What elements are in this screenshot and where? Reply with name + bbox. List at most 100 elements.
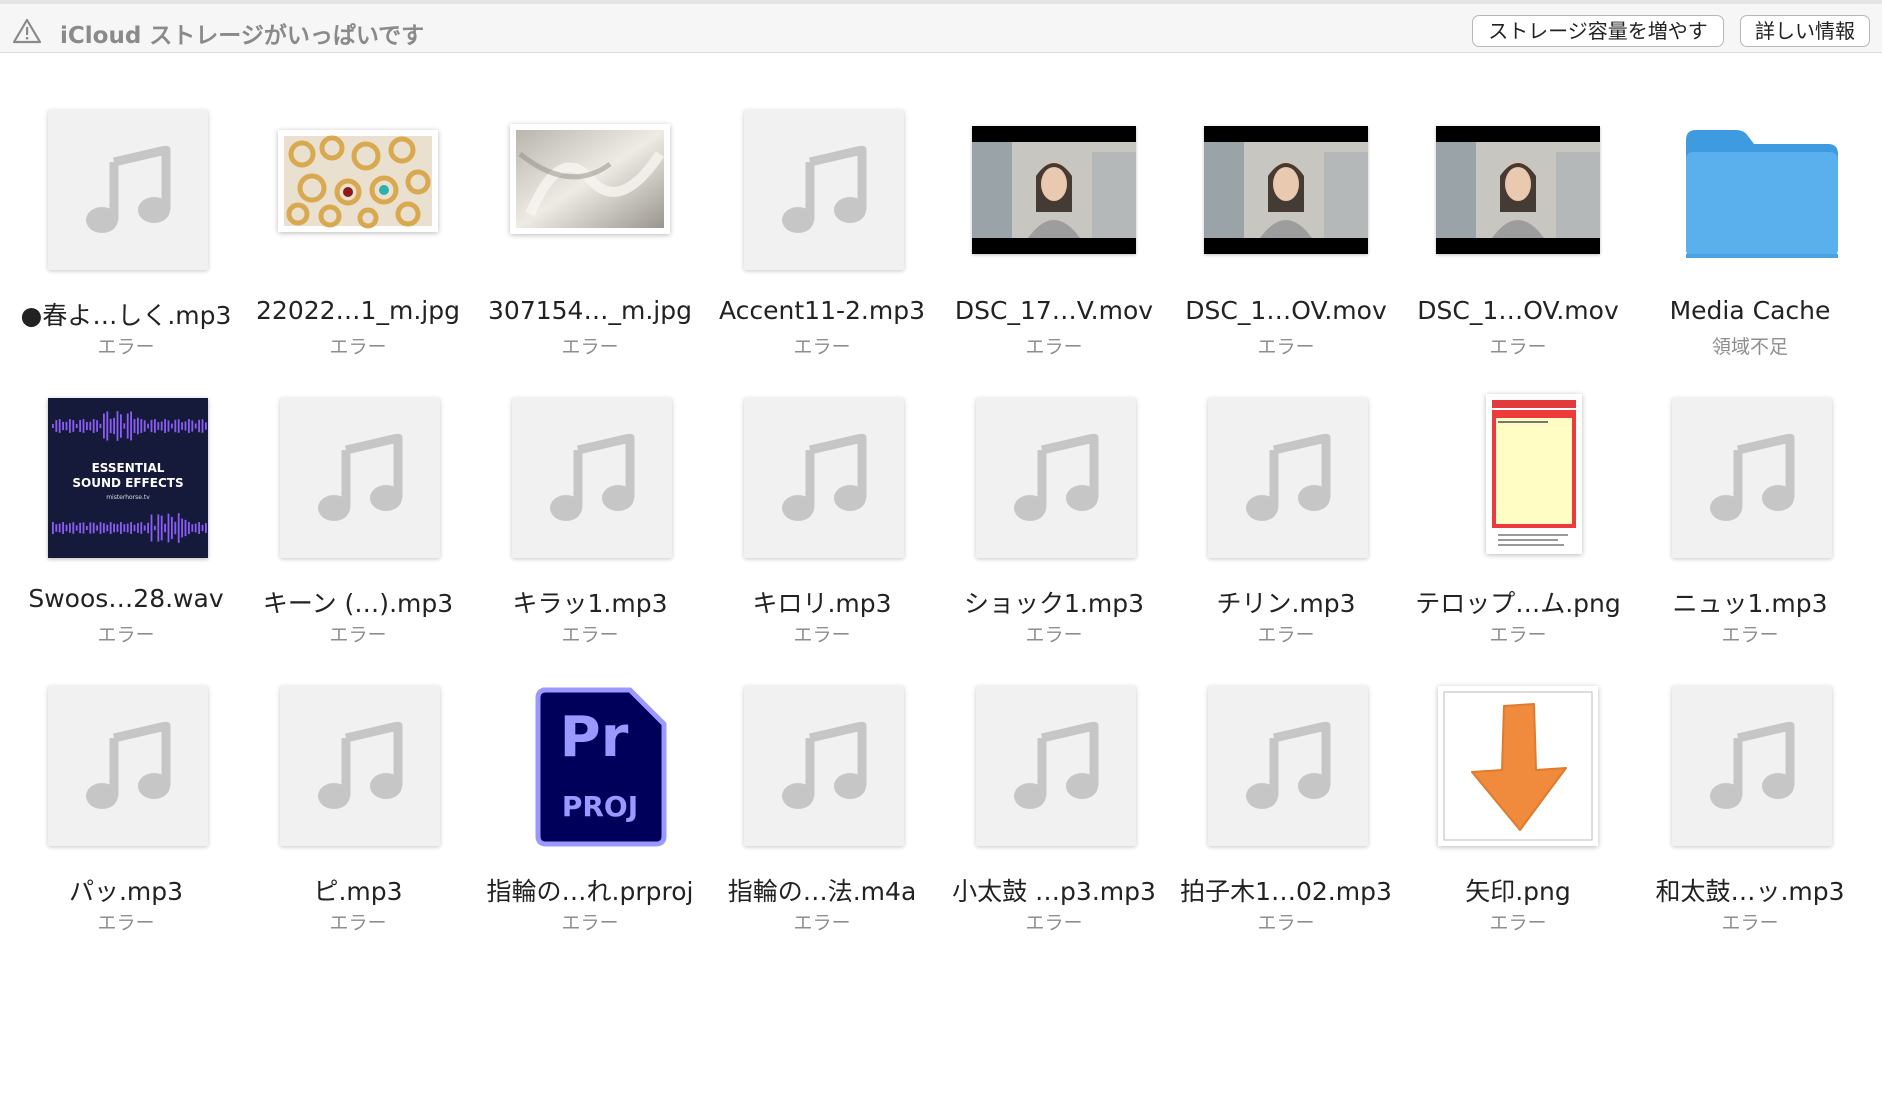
audio-file-icon (1672, 398, 1832, 558)
image-thumbnail (510, 124, 670, 234)
file-thumbnail[interactable] (710, 100, 934, 280)
file-item[interactable]: DSC_1…OV.mov エラー (1406, 100, 1630, 370)
file-name[interactable]: DSC_17…V.mov (932, 296, 1176, 325)
file-thumbnail[interactable] (1174, 676, 1398, 856)
file-item[interactable]: パッ.mp3 エラー (14, 676, 238, 946)
file-thumbnail[interactable] (1406, 676, 1630, 856)
file-name[interactable]: 307154…_m.jpg (468, 296, 712, 325)
file-thumbnail[interactable] (942, 388, 1166, 568)
file-item[interactable]: キラッ1.mp3 エラー (478, 388, 702, 658)
file-name[interactable]: 拍子木1…02.mp3 (1164, 872, 1408, 908)
file-name[interactable]: Swoos…28.wav (4, 584, 248, 613)
file-item[interactable]: ニュッ1.mp3 エラー (1638, 388, 1862, 658)
file-name[interactable]: Media Cache (1628, 296, 1872, 325)
audio-file-icon (48, 686, 208, 846)
file-thumbnail[interactable] (246, 388, 470, 568)
file-name[interactable]: テロップ…ム.png (1396, 584, 1640, 620)
file-item[interactable]: DSC_1…OV.mov エラー (1174, 100, 1398, 370)
audio-file-icon (280, 686, 440, 846)
audio-file-icon (280, 398, 440, 558)
file-thumbnail[interactable]: ESSENTIAL SOUND EFFECTS misterhorse.tv (14, 388, 238, 568)
file-item[interactable]: ESSENTIAL SOUND EFFECTS misterhorse.tv Swoo… (14, 388, 238, 658)
file-item[interactable]: キロリ.mp3 エラー (710, 388, 934, 658)
file-item[interactable]: DSC_17…V.mov エラー (942, 100, 1166, 370)
file-thumbnail[interactable] (1638, 100, 1862, 280)
file-name[interactable]: チリン.mp3 (1164, 584, 1408, 620)
audio-file-icon (976, 686, 1136, 846)
file-name[interactable]: 指輪の…法.m4a (700, 872, 944, 908)
file-status: エラー (1257, 912, 1315, 934)
file-thumbnail[interactable] (14, 100, 238, 280)
file-name[interactable]: DSC_1…OV.mov (1396, 296, 1640, 325)
file-status: エラー (561, 624, 619, 646)
file-thumbnail[interactable] (1406, 388, 1630, 568)
file-name[interactable]: 小太鼓 …p3.mp3 (932, 872, 1176, 908)
file-name[interactable]: ピ.mp3 (236, 872, 480, 908)
file-thumbnail[interactable] (1406, 100, 1630, 280)
file-status: エラー (97, 336, 155, 358)
file-item[interactable]: ショック1.mp3 エラー (942, 388, 1166, 658)
audio-file-icon (744, 398, 904, 558)
file-name[interactable]: Accent11-2.mp3 (700, 296, 944, 325)
svg-text:ESSENTIAL: ESSENTIAL (92, 461, 165, 475)
file-name[interactable]: DSC_1…OV.mov (1164, 296, 1408, 325)
file-item[interactable]: キーン (…).mp3 エラー (246, 388, 470, 658)
file-name[interactable]: 指輪の…れ.prproj (468, 872, 712, 908)
file-thumbnail[interactable] (710, 676, 934, 856)
file-thumbnail[interactable] (710, 388, 934, 568)
file-item[interactable]: 矢印.png エラー (1406, 676, 1630, 946)
file-status: エラー (1257, 624, 1315, 646)
file-thumbnail[interactable] (246, 676, 470, 856)
file-item[interactable]: 指輪の…法.m4a エラー (710, 676, 934, 946)
file-item[interactable]: ピ.mp3 エラー (246, 676, 470, 946)
svg-text:PROJ: PROJ (562, 790, 638, 823)
file-status: エラー (329, 912, 387, 934)
file-item[interactable]: 拍子木1…02.mp3 エラー (1174, 676, 1398, 946)
file-thumbnail[interactable] (1174, 100, 1398, 280)
file-item[interactable]: ●春よ…しく.mp3 エラー (14, 100, 238, 370)
file-name[interactable]: キラッ1.mp3 (468, 584, 712, 620)
file-item[interactable]: チリン.mp3 エラー (1174, 388, 1398, 658)
file-name[interactable]: 矢印.png (1396, 872, 1640, 908)
file-thumbnail[interactable] (246, 100, 470, 280)
file-name[interactable]: ショック1.mp3 (932, 584, 1176, 620)
file-thumbnail[interactable] (14, 676, 238, 856)
file-name[interactable]: ニュッ1.mp3 (1628, 584, 1872, 620)
file-status: エラー (793, 336, 851, 358)
file-item[interactable]: テロップ…ム.png エラー (1406, 388, 1630, 658)
file-name[interactable]: キロリ.mp3 (700, 584, 944, 620)
file-item[interactable]: Media Cache 領域不足 (1638, 100, 1862, 370)
increase-storage-button[interactable]: ストレージ容量を増やす (1472, 15, 1724, 47)
audio-file-icon (976, 398, 1136, 558)
file-thumbnail[interactable]: Pr PROJ (478, 676, 702, 856)
banner-title: iCloud ストレージがいっぱいです (60, 23, 425, 49)
file-name[interactable]: パッ.mp3 (4, 872, 248, 908)
file-item[interactable]: 22022…1_m.jpg エラー (246, 100, 470, 370)
file-thumbnail[interactable] (1174, 388, 1398, 568)
file-thumbnail[interactable] (1638, 388, 1862, 568)
file-status: エラー (1489, 336, 1547, 358)
file-name[interactable]: 22022…1_m.jpg (236, 296, 480, 325)
file-item[interactable]: 和太鼓…ッ.mp3 エラー (1638, 676, 1862, 946)
file-status: エラー (793, 624, 851, 646)
file-thumbnail[interactable] (942, 100, 1166, 280)
file-thumbnail[interactable] (942, 676, 1166, 856)
file-thumbnail[interactable] (478, 100, 702, 280)
file-item[interactable]: 小太鼓 …p3.mp3 エラー (942, 676, 1166, 946)
file-item[interactable]: Accent11-2.mp3 エラー (710, 100, 934, 370)
file-status: エラー (329, 624, 387, 646)
svg-text:SOUND EFFECTS: SOUND EFFECTS (72, 476, 183, 490)
file-thumbnail[interactable] (478, 388, 702, 568)
audio-file-icon (744, 686, 904, 846)
file-item[interactable]: Pr PROJ 指輪の…れ.prproj エラー (478, 676, 702, 946)
video-thumbnail (1436, 126, 1600, 254)
file-status: エラー (1721, 624, 1779, 646)
file-name[interactable]: ●春よ…しく.mp3 (4, 296, 248, 332)
file-name[interactable]: キーン (…).mp3 (236, 584, 480, 620)
file-name[interactable]: 和太鼓…ッ.mp3 (1628, 872, 1872, 908)
file-thumbnail[interactable] (1638, 676, 1862, 856)
details-button[interactable]: 詳しい情報 (1740, 15, 1870, 47)
file-item[interactable]: 307154…_m.jpg エラー (478, 100, 702, 370)
audio-file-icon (744, 110, 904, 270)
arrow-image-thumbnail (1438, 686, 1598, 846)
